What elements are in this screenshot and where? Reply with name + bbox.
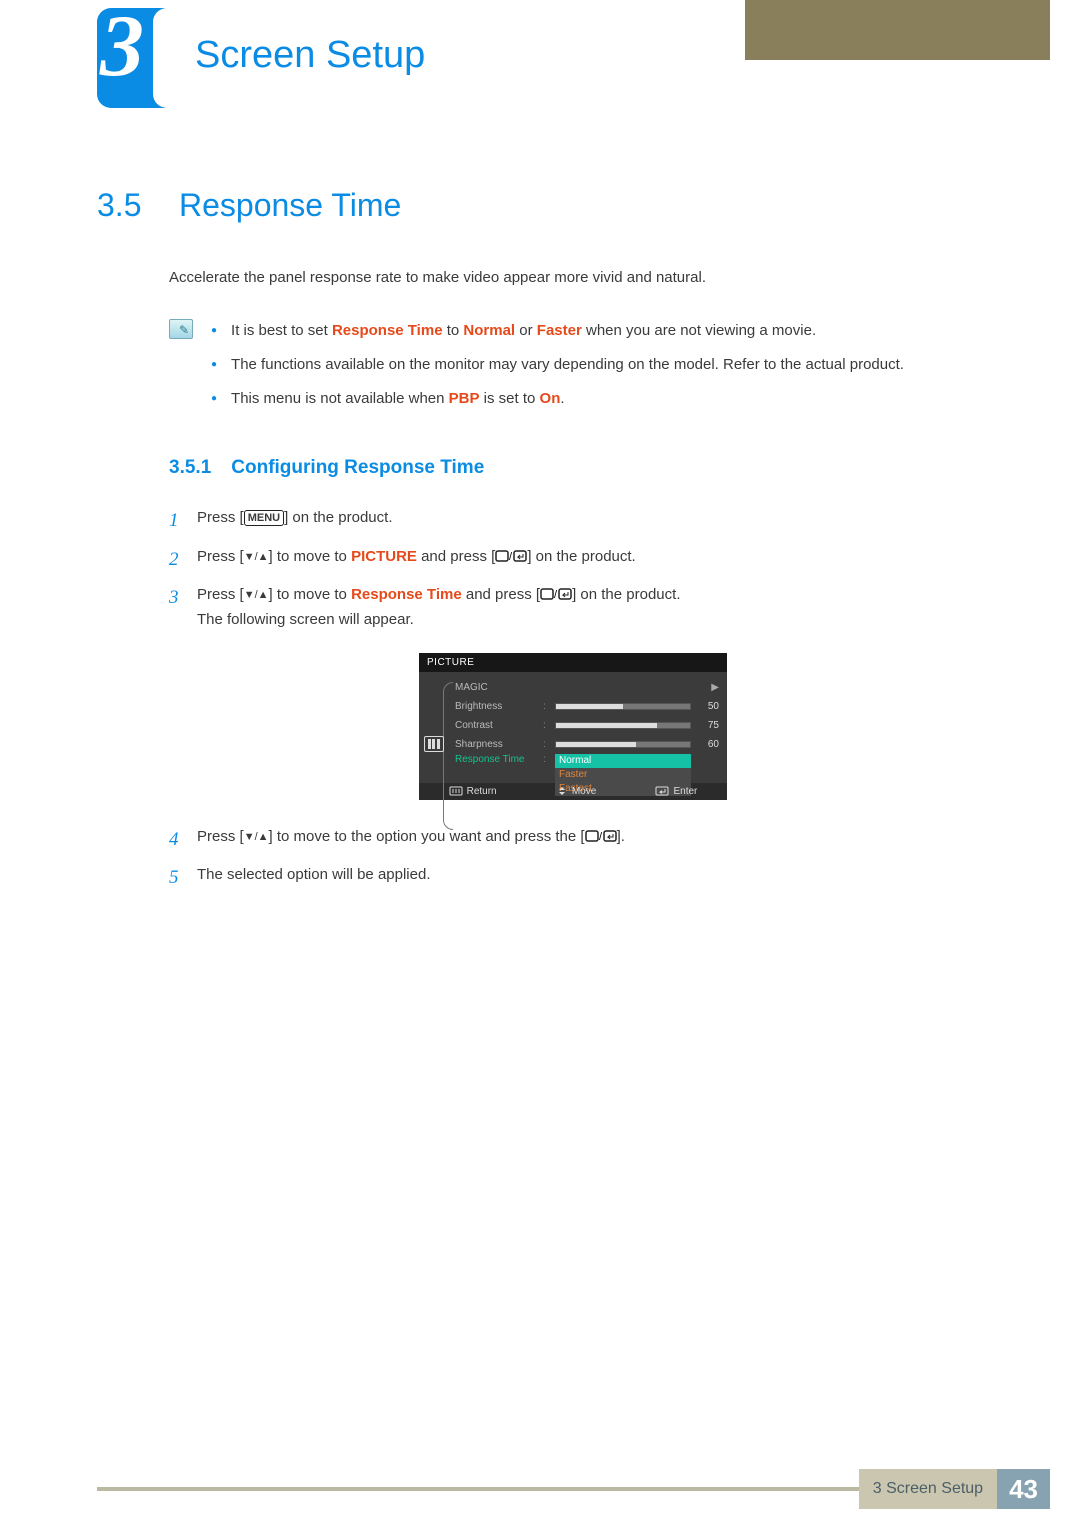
step-number: 4 bbox=[169, 824, 183, 856]
step-text: Press [▼/▲] to move to the option you wa… bbox=[197, 824, 977, 856]
enter-button-icon: / bbox=[495, 549, 527, 563]
enter-button-icon: / bbox=[585, 829, 617, 843]
subsection-title: Configuring Response Time bbox=[231, 457, 484, 479]
chapter-number: 3 bbox=[100, 0, 144, 97]
step-text: Press [MENU] on the product. bbox=[197, 505, 977, 537]
section-intro: Accelerate the panel response rate to ma… bbox=[169, 266, 977, 289]
osd-item-label: Sharpness bbox=[455, 739, 537, 750]
subsection-number: 3.5.1 bbox=[169, 457, 211, 479]
osd-item-label: Brightness bbox=[455, 701, 537, 712]
note-item: The functions available on the monitor m… bbox=[231, 353, 904, 377]
osd-item-label: MAGIC bbox=[455, 682, 537, 693]
chapter-tab: 3 bbox=[97, 8, 167, 108]
step-number: 5 bbox=[169, 862, 183, 894]
osd-item-label: Contrast bbox=[455, 720, 537, 731]
svg-text:/: / bbox=[509, 551, 513, 563]
enter-button-icon: / bbox=[540, 587, 572, 601]
osd-value: 75 bbox=[697, 720, 719, 731]
picture-category-icon bbox=[424, 736, 444, 752]
down-up-icon: ▼/▲ bbox=[244, 548, 269, 567]
svg-text:/: / bbox=[599, 831, 603, 843]
page-number: 43 bbox=[997, 1469, 1050, 1509]
note-block: ✎ ● It is best to set Response Time to N… bbox=[169, 319, 977, 421]
osd-slider bbox=[555, 722, 691, 729]
osd-option: Faster bbox=[555, 768, 691, 782]
osd-slider bbox=[555, 741, 691, 748]
step-number: 3 bbox=[169, 582, 183, 633]
osd-value: 50 bbox=[697, 701, 719, 712]
osd-item-label: Response Time bbox=[455, 754, 537, 765]
chapter-title: Screen Setup bbox=[195, 34, 425, 77]
decorative-top-band bbox=[745, 0, 1050, 60]
osd-title: PICTURE bbox=[419, 653, 727, 672]
osd-enter-hint: Enter bbox=[655, 786, 697, 797]
note-item: It is best to set Response Time to Norma… bbox=[231, 319, 816, 343]
osd-return-hint: Return bbox=[449, 786, 497, 797]
submenu-arrow-icon: ▶ bbox=[711, 682, 719, 693]
osd-value: 60 bbox=[697, 739, 719, 750]
section-title: Response Time bbox=[179, 187, 401, 224]
osd-move-hint: Move bbox=[556, 786, 596, 797]
step-text: The selected option will be applied. bbox=[197, 862, 977, 894]
step-number: 1 bbox=[169, 505, 183, 537]
osd-bracket-icon bbox=[443, 682, 453, 830]
footer-chapter-label: 3 Screen Setup bbox=[859, 1469, 997, 1509]
osd-footer: Return Move Enter bbox=[419, 783, 727, 800]
step-text: Press [▼/▲] to move to Response Time and… bbox=[197, 582, 977, 633]
osd-screenshot: PICTURE MAGIC ▶ Brightness : bbox=[419, 653, 727, 800]
page-footer: 3 Screen Setup 43 bbox=[97, 1469, 1050, 1509]
osd-option: Normal bbox=[555, 754, 691, 768]
down-up-icon: ▼/▲ bbox=[244, 586, 269, 605]
note-icon: ✎ bbox=[169, 319, 193, 339]
bullet-icon: ● bbox=[211, 387, 217, 411]
menu-button-icon: MENU bbox=[244, 510, 284, 526]
svg-text:/: / bbox=[554, 589, 558, 601]
bullet-icon: ● bbox=[211, 319, 217, 343]
bullet-icon: ● bbox=[211, 353, 217, 377]
footer-rule bbox=[97, 1487, 859, 1491]
section-number: 3.5 bbox=[97, 187, 153, 224]
note-item: This menu is not available when PBP is s… bbox=[231, 387, 565, 411]
step-text: Press [▼/▲] to move to PICTURE and press… bbox=[197, 544, 977, 576]
down-up-icon: ▼/▲ bbox=[244, 828, 269, 847]
osd-slider bbox=[555, 703, 691, 710]
step-number: 2 bbox=[169, 544, 183, 576]
